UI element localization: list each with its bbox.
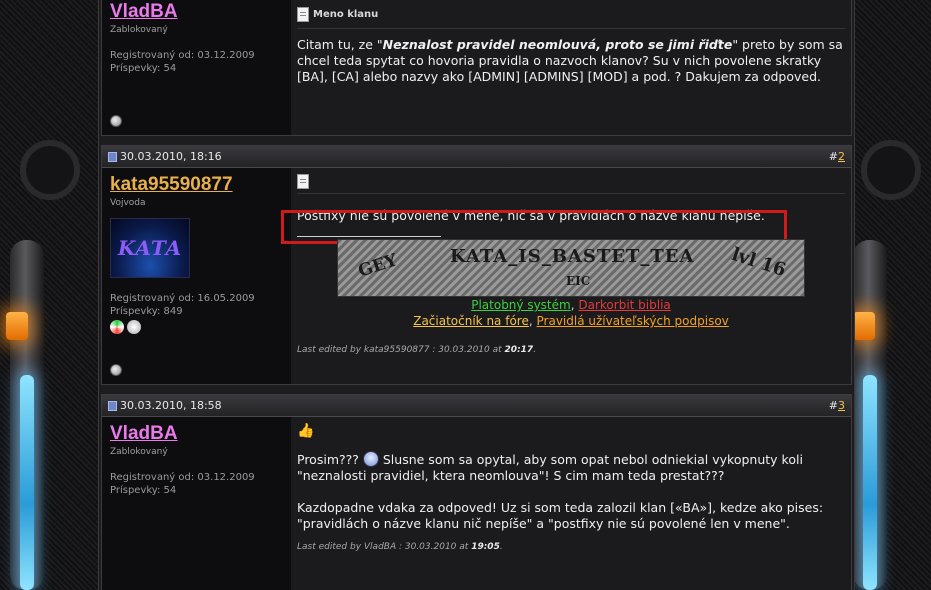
edited-note: Last edited by VladBA : 30.03.2010 at 19… <box>297 542 503 552</box>
post-date: 30.03.2010, 18:58 <box>108 399 222 412</box>
worried-smiley-icon <box>362 451 379 467</box>
post-header: 30.03.2010, 18:58 #3 <box>102 395 851 417</box>
post-2: 30.03.2010, 18:16 #2 kata95590877 Vojvod… <box>101 145 852 385</box>
user-title: Zablokovaný <box>110 447 168 457</box>
post-1-message: Meno klanu Citam tu, ze "Neznalost pravi… <box>291 0 851 135</box>
post-date: 30.03.2010, 18:16 <box>108 150 222 163</box>
username-link[interactable]: VladBA <box>110 423 178 445</box>
right-decoration <box>853 0 931 590</box>
sig-link-bible[interactable]: Darkorbit biblia <box>578 298 670 312</box>
orange-light-decoration <box>853 312 875 340</box>
signature-links: Platobný systém, Darkorbit biblia Začiat… <box>413 298 729 328</box>
user-title: Zablokovaný <box>110 25 168 35</box>
message-title: Meno klanu <box>297 7 845 29</box>
gear-decoration <box>861 140 921 200</box>
message-title-text: Meno klanu <box>313 9 379 20</box>
awards <box>110 320 283 334</box>
avatar: KATA <box>110 218 190 278</box>
post-number: #3 <box>828 399 845 412</box>
user-title: Vojvoda <box>110 198 146 208</box>
message-title <box>297 174 845 194</box>
registered-date: Registrovaný od: 16.05.2009 <box>110 293 255 304</box>
post-count: Príspevky: 54 <box>110 485 177 496</box>
flower-award-icon <box>110 320 124 334</box>
post-2-message: Postfixy nie sú povolené v mene, nič sa … <box>281 168 851 384</box>
post-3-message: 👍 Prosim??? Slusne som sa opytal, aby so… <box>291 417 851 590</box>
signature-banner: GEY KATA_IS_BASTET_TEA EIC lvl 16 <box>337 239 805 297</box>
quoted-rule: Neznalost pravidel neomlouvá, proto se j… <box>382 37 733 52</box>
offline-status-icon <box>110 364 122 376</box>
registered-date: Registrovaný od: 03.12.2009 <box>110 472 255 483</box>
left-decoration <box>0 0 98 590</box>
sig-link-signature-rules[interactable]: Pravidlá užívateľských podpisov <box>537 314 729 328</box>
post-number-link[interactable]: 2 <box>838 150 845 163</box>
user-stats: Registrovaný od: 16.05.2009 Príspevky: 8… <box>110 292 283 318</box>
post-header: 30.03.2010, 18:16 #2 <box>102 146 851 168</box>
blue-light-decoration <box>20 375 34 590</box>
edited-note: Last edited by kata95590877 : 30.03.2010… <box>297 345 537 355</box>
orange-light-decoration <box>6 312 28 340</box>
post-count: Príspevky: 849 <box>110 306 183 317</box>
sig-link-payment[interactable]: Platobný systém <box>471 298 571 312</box>
document-icon <box>297 174 309 189</box>
message-text: Citam tu, ze "Neznalost pravidel neomlou… <box>297 37 843 84</box>
message-text-2: Kazdopadne vdaka za odpoved! Uz si som t… <box>297 500 824 531</box>
user-stats: Registrovaný od: 03.12.2009 Príspevky: 5… <box>110 49 283 75</box>
user-stats: Registrovaný od: 03.12.2009 Príspevky: 5… <box>110 471 283 497</box>
post-icon <box>108 400 117 411</box>
gear-decoration <box>20 140 80 200</box>
post-icon <box>108 151 117 162</box>
registered-date: Registrovaný od: 03.12.2009 <box>110 50 255 61</box>
post-3: 30.03.2010, 18:58 #3 VladBA Zablokovaný … <box>101 394 852 590</box>
thumbs-up-icon: 👍 <box>297 423 315 439</box>
post-count: Príspevky: 54 <box>110 63 177 74</box>
message-text: Prosim??? Slusne som sa opytal, aby som … <box>297 451 803 483</box>
blue-light-decoration <box>863 375 877 590</box>
post-number-link[interactable]: 3 <box>838 399 845 412</box>
post-number: #2 <box>828 150 845 163</box>
offline-status-icon <box>110 115 122 127</box>
document-icon <box>297 7 309 22</box>
username-link[interactable]: kata95590877 <box>110 174 233 196</box>
username-link[interactable]: VladBA <box>110 1 178 23</box>
post-2-userinfo: kata95590877 Vojvoda KATA Registrovaný o… <box>102 168 291 384</box>
post-3-userinfo: VladBA Zablokovaný Registrovaný od: 03.1… <box>102 417 291 590</box>
forum-thread: VladBA Zablokovaný Registrovaný od: 03.1… <box>98 0 855 590</box>
cloud-award-icon <box>127 320 141 334</box>
post-1-userinfo: VladBA Zablokovaný Registrovaný od: 03.1… <box>102 0 291 135</box>
sig-link-beginner[interactable]: Začiatočník na fóre <box>413 314 529 328</box>
post-1: VladBA Zablokovaný Registrovaný od: 03.1… <box>101 0 852 136</box>
